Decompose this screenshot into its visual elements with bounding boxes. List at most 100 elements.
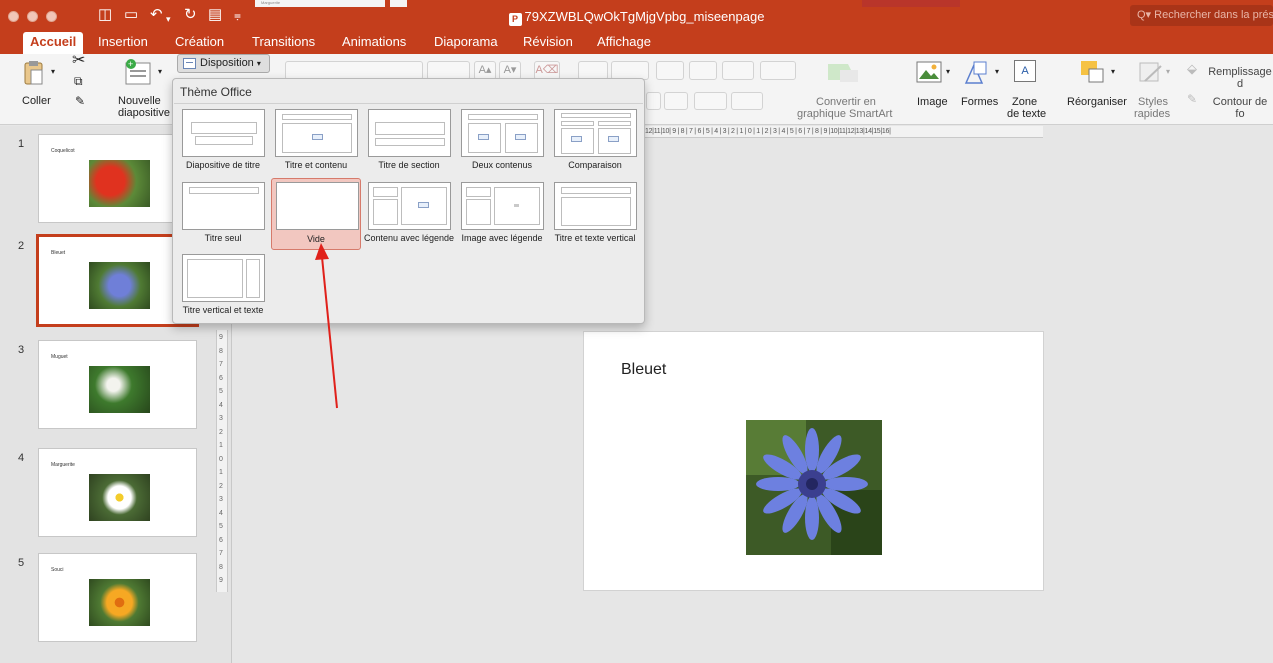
content-placeholder-icon [571, 136, 582, 142]
cornflower-image[interactable] [746, 420, 882, 555]
align-left-icon[interactable] [646, 92, 661, 110]
textbox-label-1[interactable]: Zone [1012, 96, 1037, 108]
horizontal-ruler: 12|11|10| 9 | 8 | 7 | 6 | 5 | 4 | 3 | 2 … [645, 126, 1043, 138]
cut-icon[interactable]: ✂ [72, 53, 85, 69]
layout-two-content[interactable]: Deux contenus [457, 107, 547, 177]
slide-thumbnail-title: Marguerite [51, 462, 75, 468]
layout-preview-vertical-title-text [182, 254, 265, 302]
quick-styles-label-2[interactable]: rapides [1134, 108, 1170, 120]
vertical-ruler-mark: 5 [219, 388, 223, 395]
layout-picture-caption[interactable]: Image avec légende [457, 180, 547, 250]
layout-blank[interactable]: Vide [271, 178, 361, 250]
new-slide-label-1[interactable]: Nouvelle [118, 95, 161, 107]
line-spacing-icon[interactable] [722, 61, 754, 80]
text-direction-icon[interactable] [694, 92, 727, 110]
slide-number: 3 [18, 344, 25, 356]
quick-styles-label-1[interactable]: Styles [1138, 96, 1168, 108]
arrange-icon[interactable] [1080, 60, 1106, 84]
vertical-ruler-mark: 9 [219, 577, 223, 584]
placeholder-frame [373, 199, 398, 225]
slide-thumbnail[interactable]: Marguerite [38, 448, 197, 537]
shapes-label[interactable]: Formes [961, 96, 998, 108]
paste-label[interactable]: Coller [22, 95, 51, 107]
quick-styles-dropdown-icon[interactable]: ▾ [1166, 66, 1170, 78]
justify-icon[interactable] [664, 92, 688, 110]
tab-accueil[interactable]: Accueil [23, 32, 84, 54]
copy-icon[interactable]: ⧉ [74, 75, 83, 87]
outline-icon[interactable]: ✎ [1187, 93, 1197, 105]
image-dropdown-icon[interactable]: ▾ [946, 66, 950, 78]
placeholder-frame [187, 259, 243, 298]
placeholder-frame [468, 114, 538, 120]
fill-icon[interactable]: ⬙ [1187, 62, 1197, 75]
tab-diaporama[interactable]: Diaporama [427, 32, 505, 54]
tab-transitions[interactable]: Transitions [245, 32, 322, 54]
peek-thumbnail: Marguerite [255, 0, 385, 7]
layout-comparison[interactable]: Comparaison [550, 107, 640, 177]
new-slide-icon[interactable]: + [124, 59, 154, 86]
slide-thumbnail-title: Bleuet [51, 250, 66, 256]
layout-icon [183, 58, 196, 69]
slide-thumbnail[interactable]: Muguet [38, 340, 197, 429]
smartart-label-2[interactable]: graphique SmartArt [797, 108, 892, 120]
image-icon[interactable] [916, 61, 942, 83]
content-placeholder-icon [418, 202, 429, 208]
tab-creation[interactable]: Création [168, 32, 231, 54]
image-label[interactable]: Image [917, 96, 948, 108]
slide-thumbnail[interactable]: Souci [38, 553, 197, 642]
layout-vertical-title-text[interactable]: Titre vertical et texte [178, 252, 268, 322]
quick-styles-icon[interactable] [1139, 62, 1163, 84]
smartart-label-1[interactable]: Convertir en [816, 96, 876, 108]
layout-content-caption[interactable]: Contenu avec légende [364, 180, 454, 250]
smartart-icon[interactable] [826, 60, 862, 84]
layout-title-vertical-text[interactable]: Titre et texte vertical [550, 180, 640, 250]
layout-button[interactable]: Disposition ▾ [177, 54, 270, 73]
increase-indent-icon[interactable] [689, 61, 717, 80]
arrange-dropdown-icon[interactable]: ▾ [1111, 66, 1115, 78]
align-text-icon[interactable] [731, 92, 763, 110]
vertical-ruler-mark: 9 [219, 334, 223, 341]
vertical-ruler-mark: 4 [219, 509, 223, 517]
tab-affichage[interactable]: Affichage [590, 32, 658, 54]
format-painter-icon[interactable]: ✎ [75, 95, 85, 107]
layout-title-slide[interactable]: Diapositive de titre [178, 107, 268, 177]
columns-icon[interactable] [760, 61, 796, 80]
layout-title-only[interactable]: Titre seul [178, 180, 268, 250]
placeholder-frame [189, 187, 259, 194]
shape-outline-label[interactable]: Contour de fo [1207, 96, 1273, 120]
ribbon-tabs: Accueil Insertion Création Transitions A… [0, 32, 1273, 54]
tab-animations[interactable]: Animations [335, 32, 413, 54]
layout-label: Titre vertical et texte [182, 305, 264, 315]
decrease-indent-icon[interactable] [656, 61, 684, 80]
textbox-icon[interactable]: A [1014, 60, 1036, 82]
layout-label: Image avec légende [461, 233, 543, 243]
popup-theme-title: Thème Office [180, 85, 252, 99]
peek-image [862, 0, 960, 7]
content-placeholder-icon [608, 136, 619, 142]
slide-thumbnail-image [89, 579, 150, 626]
powerpoint-file-icon: P [508, 13, 522, 26]
shapes-dropdown-icon[interactable]: ▾ [995, 66, 999, 78]
layout-title-content[interactable]: Titre et contenu [271, 107, 361, 177]
slide-thumbnail-title: Muguet [51, 354, 68, 360]
paste-dropdown-icon[interactable]: ▾ [51, 66, 55, 78]
new-slide-dropdown-icon[interactable]: ▾ [158, 66, 162, 78]
textbox-label-2[interactable]: de texte [1007, 108, 1046, 120]
picture-placeholder-icon [514, 204, 519, 207]
tab-revision[interactable]: Révision [516, 32, 580, 54]
shapes-icon[interactable] [962, 59, 988, 85]
search-input[interactable]: Q▾ Rechercher dans la prés [1130, 5, 1273, 26]
tab-insertion[interactable]: Insertion [91, 32, 155, 54]
slide-canvas[interactable]: Bleuet [583, 331, 1044, 591]
shape-fill-label[interactable]: Remplissage d [1207, 66, 1273, 90]
layout-section-header[interactable]: Titre de section [364, 107, 454, 177]
slide-title[interactable]: Bleuet [621, 361, 666, 379]
placeholder-frame [466, 187, 491, 197]
placeholder-frame [195, 136, 253, 145]
vertical-ruler: 9 8 7 6 5 4 3 2 1 0 1 2 3 4 5 6 7 8 9 [216, 330, 228, 592]
vertical-ruler-mark: 8 [219, 563, 223, 571]
new-slide-label-2[interactable]: diapositive [118, 107, 170, 119]
paste-icon[interactable] [24, 60, 44, 86]
layout-preview-title-content [275, 109, 358, 157]
arrange-label[interactable]: Réorganiser [1067, 96, 1127, 108]
